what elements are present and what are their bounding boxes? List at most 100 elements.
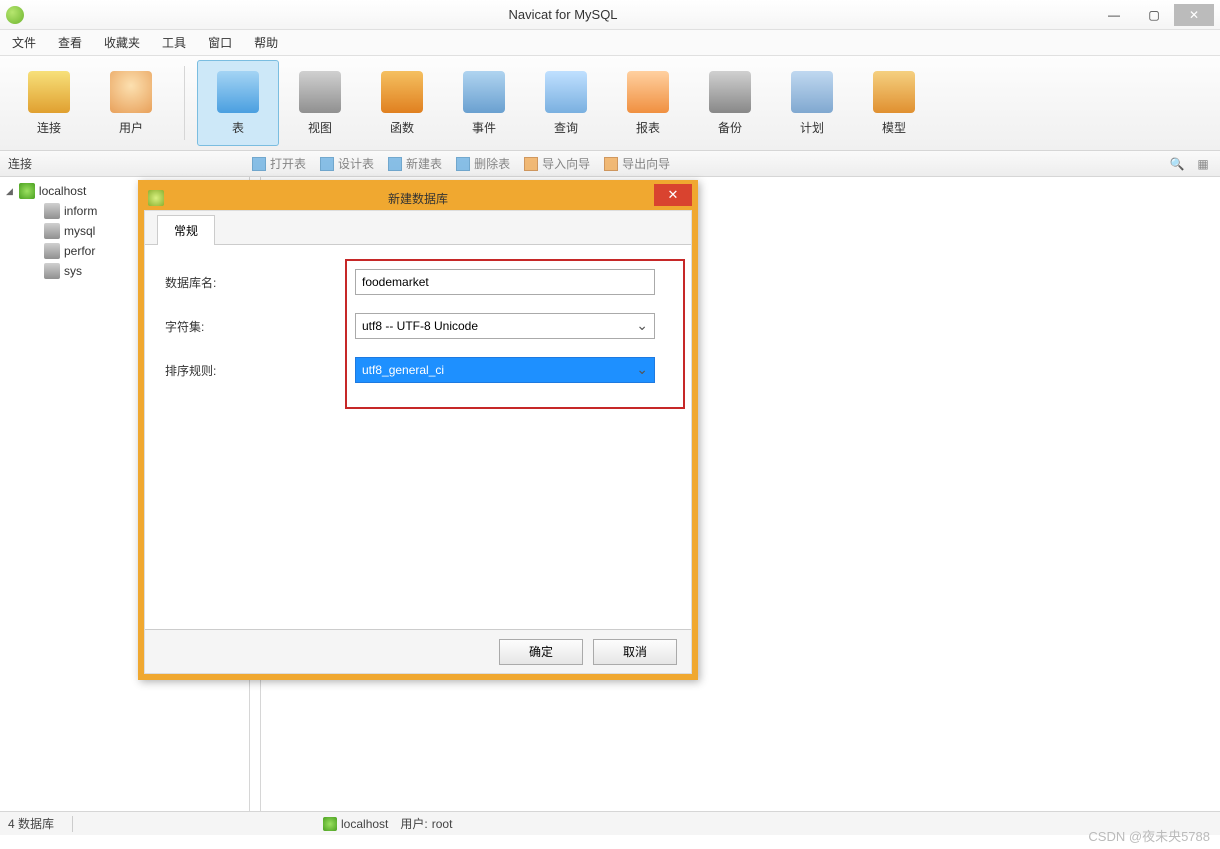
report-icon xyxy=(627,71,669,113)
grid-icon[interactable]: ▦ xyxy=(1194,155,1212,173)
statusbar: 4 数据库 localhost 用户: root xyxy=(0,811,1220,835)
tool-model-label: 模型 xyxy=(882,119,906,136)
menubar: 文件 查看 收藏夹 工具 窗口 帮助 xyxy=(0,30,1220,56)
database-icon xyxy=(44,263,60,279)
menu-tools[interactable]: 工具 xyxy=(162,34,186,51)
tree-root-label: localhost xyxy=(39,184,86,198)
server-icon xyxy=(19,183,35,199)
table-icon xyxy=(456,157,470,171)
cancel-button[interactable]: 取消 xyxy=(593,639,677,665)
row-charset: 字符集: utf8 -- UTF-8 Unicode xyxy=(165,313,671,339)
status-db-count: 4 数据库 xyxy=(8,815,54,832)
tool-backup[interactable]: 备份 xyxy=(689,60,771,146)
tool-connection[interactable]: 连接 xyxy=(8,60,90,146)
tool-function[interactable]: 函数 xyxy=(361,60,443,146)
row-collation: 排序规则: utf8_general_ci xyxy=(165,357,671,383)
event-icon xyxy=(463,71,505,113)
backup-icon xyxy=(709,71,751,113)
status-user: 用户: root xyxy=(400,815,452,832)
tree-db-label: sys xyxy=(64,264,82,278)
row-dbname: 数据库名: foodemarket xyxy=(165,269,671,295)
tool-event[interactable]: 事件 xyxy=(443,60,525,146)
tool-plan[interactable]: 计划 xyxy=(771,60,853,146)
cmd-design-table-label: 设计表 xyxy=(338,155,374,172)
cmd-import-wizard-label: 导入向导 xyxy=(542,155,590,172)
dialog-buttons: 确定 取消 xyxy=(145,629,691,673)
cmd-new-table-label: 新建表 xyxy=(406,155,442,172)
database-icon xyxy=(44,223,60,239)
cmd-delete-table-label: 删除表 xyxy=(474,155,510,172)
dialog-close-button[interactable]: ✕ xyxy=(654,184,692,206)
table-icon xyxy=(217,71,259,113)
tool-connection-label: 连接 xyxy=(37,119,61,136)
tool-report-label: 报表 xyxy=(636,119,660,136)
titlebar: Navicat for MySQL — ▢ ✕ xyxy=(0,0,1220,30)
search-icon[interactable]: 🔍 xyxy=(1168,155,1186,173)
close-button[interactable]: ✕ xyxy=(1174,4,1214,26)
tool-report[interactable]: 报表 xyxy=(607,60,689,146)
window-title: Navicat for MySQL xyxy=(32,7,1094,22)
cmd-export-wizard-label: 导出向导 xyxy=(622,155,670,172)
cmd-export-wizard[interactable]: 导出向导 xyxy=(604,155,670,172)
plan-icon xyxy=(791,71,833,113)
menu-file[interactable]: 文件 xyxy=(12,34,36,51)
tool-user[interactable]: 用户 xyxy=(90,60,172,146)
maximize-button[interactable]: ▢ xyxy=(1134,4,1174,26)
menu-view[interactable]: 查看 xyxy=(58,34,82,51)
status-separator xyxy=(72,816,73,832)
cmd-delete-table[interactable]: 删除表 xyxy=(456,155,510,172)
table-icon xyxy=(252,157,266,171)
cmd-import-wizard[interactable]: 导入向导 xyxy=(524,155,590,172)
select-charset-value: utf8 -- UTF-8 Unicode xyxy=(362,319,478,333)
dialog-title: 新建数据库 xyxy=(388,190,448,207)
tool-backup-label: 备份 xyxy=(718,119,742,136)
tab-general[interactable]: 常规 xyxy=(157,215,215,245)
tool-query[interactable]: 查询 xyxy=(525,60,607,146)
tool-view-label: 视图 xyxy=(308,119,332,136)
database-icon xyxy=(44,203,60,219)
cmd-open-table[interactable]: 打开表 xyxy=(252,155,306,172)
cmd-open-table-label: 打开表 xyxy=(270,155,306,172)
tree-db-label: inform xyxy=(64,204,97,218)
cmd-new-table[interactable]: 新建表 xyxy=(388,155,442,172)
model-icon xyxy=(873,71,915,113)
tool-model[interactable]: 模型 xyxy=(853,60,935,146)
input-dbname[interactable]: foodemarket xyxy=(355,269,655,295)
menu-fav[interactable]: 收藏夹 xyxy=(104,34,140,51)
select-charset[interactable]: utf8 -- UTF-8 Unicode xyxy=(355,313,655,339)
tool-table[interactable]: 表 xyxy=(197,60,279,146)
tool-plan-label: 计划 xyxy=(800,119,824,136)
select-collation[interactable]: utf8_general_ci xyxy=(355,357,655,383)
app-icon xyxy=(6,6,24,24)
ok-button[interactable]: 确定 xyxy=(499,639,583,665)
tool-table-label: 表 xyxy=(232,119,244,136)
function-icon xyxy=(381,71,423,113)
status-host-label: localhost xyxy=(341,817,388,831)
database-icon xyxy=(44,243,60,259)
window-buttons: — ▢ ✕ xyxy=(1094,4,1214,26)
sub-toolbar: 连接 打开表 设计表 新建表 删除表 导入向导 导出向导 🔍 ▦ xyxy=(0,151,1220,177)
label-dbname: 数据库名: xyxy=(165,274,355,291)
main-toolbar: 连接 用户 表 视图 函数 事件 查询 报表 备份 计划 模型 xyxy=(0,56,1220,151)
import-icon xyxy=(524,157,538,171)
tree-db-label: perfor xyxy=(64,244,95,258)
query-icon xyxy=(545,71,587,113)
toolbar-separator xyxy=(184,66,185,140)
status-user-label: 用户: xyxy=(400,815,427,832)
dialog-form: 数据库名: foodemarket 字符集: utf8 -- UTF-8 Uni… xyxy=(145,245,691,629)
connection-label: 连接 xyxy=(8,155,32,172)
menu-help[interactable]: 帮助 xyxy=(254,34,278,51)
menu-window[interactable]: 窗口 xyxy=(208,34,232,51)
dialog-titlebar[interactable]: 新建数据库 ✕ xyxy=(144,186,692,210)
table-icon xyxy=(320,157,334,171)
tool-view[interactable]: 视图 xyxy=(279,60,361,146)
input-dbname-value: foodemarket xyxy=(362,275,429,289)
watermark: CSDN @夜未央5788 xyxy=(1088,826,1210,845)
cmd-design-table[interactable]: 设计表 xyxy=(320,155,374,172)
new-database-dialog: 新建数据库 ✕ 常规 数据库名: foodemarket 字符集: utf8 -… xyxy=(138,180,698,680)
minimize-button[interactable]: — xyxy=(1094,4,1134,26)
tool-event-label: 事件 xyxy=(472,119,496,136)
view-icon xyxy=(299,71,341,113)
label-charset: 字符集: xyxy=(165,318,355,335)
tool-user-label: 用户 xyxy=(119,119,143,136)
